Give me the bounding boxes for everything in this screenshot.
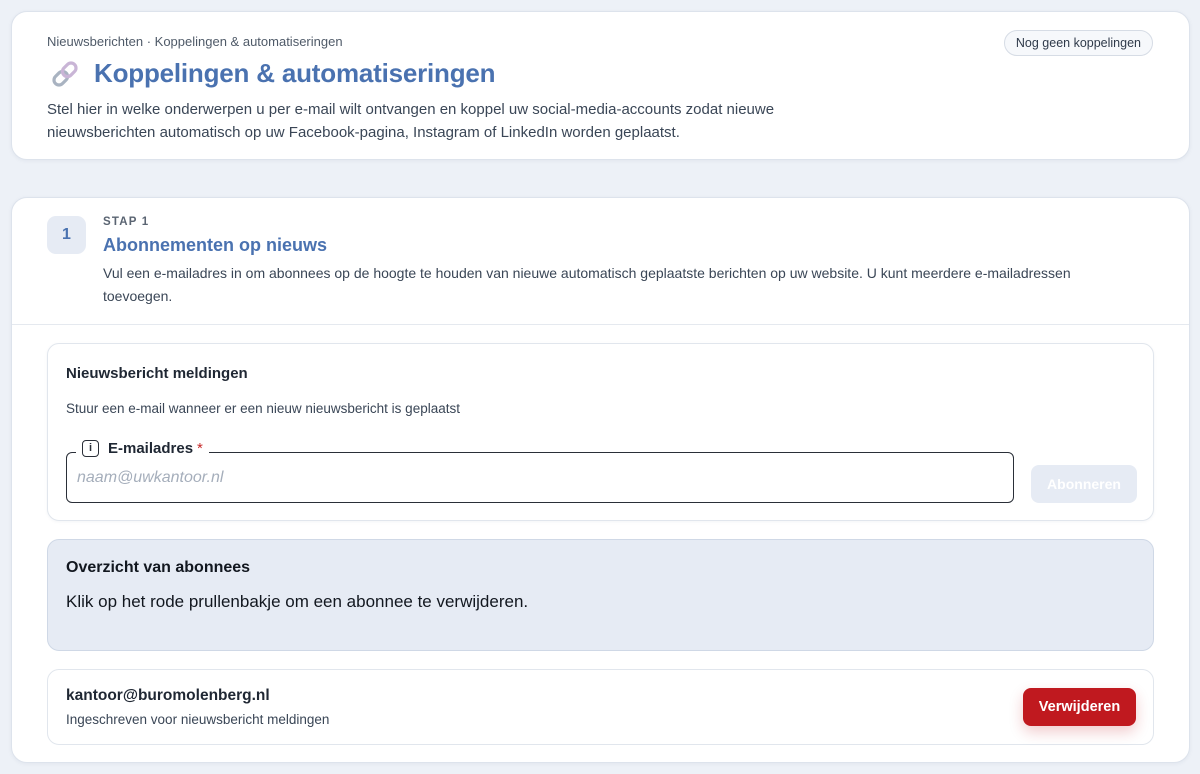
- title-row: Koppelingen & automatiseringen: [50, 58, 496, 89]
- header-card: Nieuwsberichten · Koppelingen & automati…: [11, 11, 1190, 160]
- delete-subscriber-button[interactable]: Verwijderen: [1023, 688, 1136, 726]
- divider: [12, 324, 1189, 325]
- required-marker: *: [197, 440, 203, 457]
- page-title: Koppelingen & automatiseringen: [94, 58, 496, 88]
- email-field-label: i E-mailadres *: [76, 440, 209, 457]
- subscriber-email: kantoor@buromolenberg.nl: [66, 687, 270, 704]
- email-input[interactable]: [77, 465, 997, 491]
- step-label: STAP 1: [103, 216, 150, 228]
- overview-title: Overzicht van abonnees: [66, 559, 251, 576]
- notification-description: Stuur een e-mail wanneer er een nieuw ni…: [66, 401, 460, 416]
- info-icon[interactable]: i: [82, 440, 99, 457]
- overview-description: Klik op het rode prullenbakje om een abo…: [66, 592, 529, 611]
- notification-title: Nieuwsbericht meldingen: [66, 365, 248, 382]
- status-badge: Nog geen koppelingen: [1003, 30, 1153, 56]
- link-icon: [52, 60, 78, 87]
- page-description: Stel hier in welke onderwerpen u per e-m…: [47, 101, 775, 141]
- step-description: Vul een e-mailadres in om abonnees op de…: [103, 265, 1071, 304]
- step-number-badge: 1: [47, 216, 86, 254]
- subscriber-note: Ingeschreven voor nieuwsbericht meldinge…: [66, 712, 330, 727]
- subscribe-button[interactable]: Abonneren: [1031, 465, 1137, 503]
- subscriber-row: kantoor@buromolenberg.nl Ingeschreven vo…: [47, 669, 1154, 745]
- email-field[interactable]: i E-mailadres *: [66, 440, 1014, 503]
- step-title: Abonnementen op nieuws: [103, 235, 328, 255]
- breadcrumb: Nieuwsberichten · Koppelingen & automati…: [47, 34, 343, 49]
- subscriber-overview: Overzicht van abonnees Klik op het rode …: [47, 539, 1154, 651]
- notification-form: Nieuwsbericht meldingen Stuur een e-mail…: [47, 343, 1154, 521]
- step-card: 1 STAP 1 Abonnementen op nieuws Vul een …: [11, 197, 1190, 763]
- email-label-text: E-mailadres: [108, 440, 194, 457]
